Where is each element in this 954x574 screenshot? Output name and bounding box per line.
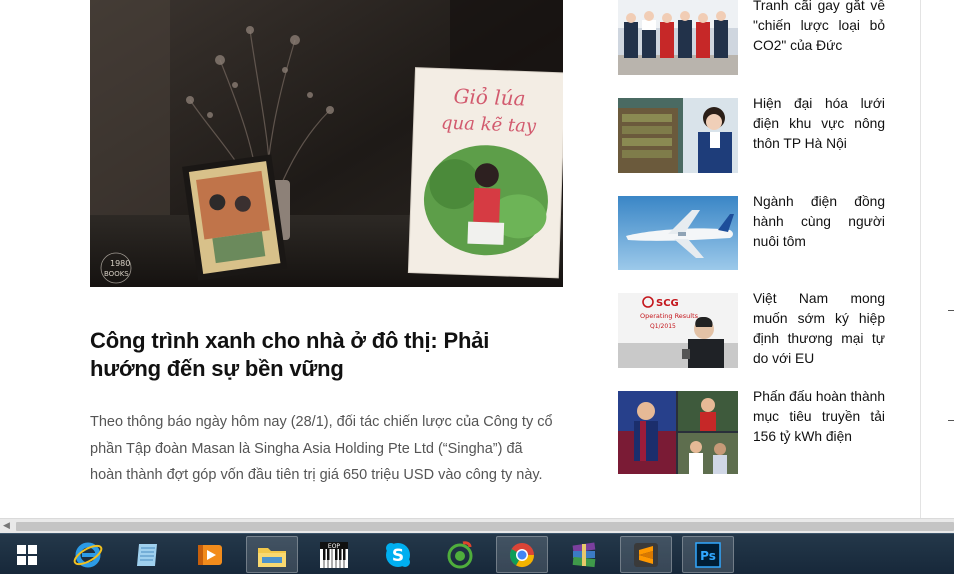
scroll-left-arrow-icon[interactable]: ◀	[3, 520, 10, 531]
list-item-title[interactable]: Hiện đại hóa lưới điện khu vực nông thôn…	[753, 94, 885, 154]
skype-icon: S	[386, 542, 410, 567]
page-edge-mark	[948, 310, 954, 311]
web-page: Giỏ lúa qua kẽ tay 1980 BOOKS Công trình…	[0, 0, 954, 518]
hero-publisher-mark-line2: BOOKS	[104, 270, 129, 278]
sublime-icon	[634, 542, 658, 567]
start-button[interactable]	[0, 534, 54, 574]
coccoc-icon	[447, 540, 473, 568]
folder-icon	[258, 547, 286, 567]
scg-slide-quarter: Q1/2015	[650, 323, 676, 330]
svg-text:S: S	[392, 546, 404, 566]
list-item-title[interactable]: Việt Nam mong muốn sớm ký hiệp định thươ…	[753, 289, 885, 369]
page-right-border	[920, 0, 921, 518]
book-cafe-photo: Giỏ lúa qua kẽ tay 1980 BOOKS	[90, 0, 563, 287]
taskbar-internet-explorer[interactable]	[62, 536, 114, 573]
taskbar-sublime-text[interactable]	[620, 536, 672, 573]
piano-label: EOP	[328, 543, 341, 550]
scrollbar-thumb[interactable]	[16, 522, 954, 531]
internet-explorer-icon	[73, 542, 103, 567]
list-item[interactable]: SCG Operating Results Q1/2015 Việt Nam m…	[618, 291, 888, 375]
page-edge-mark	[948, 420, 954, 421]
winrar-icon	[572, 542, 596, 567]
windows-taskbar: EOP S Ps	[0, 533, 954, 574]
hero-book-title-line2: qua kẽ tay	[441, 113, 537, 137]
article-hero-image[interactable]: Giỏ lúa qua kẽ tay 1980 BOOKS	[90, 0, 563, 287]
article-excerpt: Theo thông báo ngày hôm nay (28/1), đối …	[90, 414, 553, 483]
list-item-title[interactable]: Phấn đấu hoàn thành mục tiêu truyền tải …	[753, 387, 885, 447]
bank-teller-thumbnail[interactable]	[618, 98, 738, 173]
list-item-title[interactable]: Tranh cãi gay gắt về "chiến lược loại bỏ…	[753, 0, 885, 56]
photoshop-label: Ps	[700, 549, 716, 563]
airplane-thumbnail[interactable]	[618, 196, 738, 270]
list-item[interactable]: Hiện đại hóa lưới điện khu vực nông thôn…	[618, 96, 888, 180]
taskbar-coc-coc[interactable]	[434, 536, 486, 573]
piano-icon: EOP	[320, 541, 348, 568]
scg-slide-text: Operating Results	[640, 312, 699, 320]
staff-group-thumbnail[interactable]	[618, 0, 738, 75]
taskbar-winrar[interactable]	[558, 536, 610, 573]
taskbar-chrome[interactable]	[496, 536, 548, 573]
scg-logo-text: SCG	[656, 298, 679, 309]
list-item[interactable]: Tranh cãi gay gắt về "chiến lược loại bỏ…	[618, 0, 888, 82]
list-item[interactable]: Phấn đấu hoàn thành mục tiêu truyền tải …	[618, 389, 888, 474]
scg-press-thumbnail[interactable]: SCG Operating Results Q1/2015	[618, 293, 738, 368]
taskbar-notepad[interactable]	[122, 536, 174, 573]
list-item[interactable]: Ngành điện đồng hành cùng người nuôi tôm	[618, 194, 888, 278]
hero-publisher-mark-line1: 1980	[110, 259, 130, 268]
notepad-icon	[137, 543, 157, 566]
photoshop-icon: Ps	[695, 541, 721, 568]
taskbar-photoshop[interactable]: Ps	[682, 536, 734, 573]
taskbar-skype[interactable]: S	[372, 536, 424, 573]
taskbar-media-player[interactable]	[184, 536, 236, 573]
article-title[interactable]: Công trình xanh cho nhà ở đô thị: Phải h…	[90, 327, 520, 383]
list-item-title[interactable]: Ngành điện đồng hành cùng người nuôi tôm	[753, 192, 885, 252]
media-player-icon	[198, 544, 222, 565]
football-collage-thumbnail[interactable]	[618, 391, 738, 474]
hero-book-title-line1: Giỏ lúa	[453, 84, 526, 110]
taskbar-eop-piano[interactable]: EOP	[308, 536, 360, 573]
horizontal-scrollbar[interactable]: ◀	[0, 518, 954, 533]
chrome-icon	[509, 542, 534, 567]
taskbar-file-explorer[interactable]	[246, 536, 298, 573]
windows-logo-icon	[17, 544, 37, 565]
